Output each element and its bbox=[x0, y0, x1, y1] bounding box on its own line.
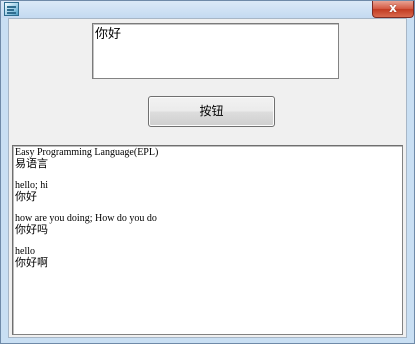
output-textarea[interactable]: Easy Programming Language(EPL) 易语言 hello… bbox=[12, 145, 403, 335]
app-window-icon[interactable] bbox=[4, 2, 19, 16]
close-icon: x bbox=[389, 1, 397, 15]
output-lines: Easy Programming Language(EPL) 易语言 hello… bbox=[15, 148, 158, 269]
close-button[interactable]: x bbox=[372, 1, 414, 18]
output-line: 你好 bbox=[15, 190, 37, 203]
top-text-value: 你好 bbox=[95, 26, 122, 41]
top-text-input[interactable]: 你好 bbox=[92, 23, 339, 79]
output-line: 你好啊 bbox=[15, 256, 48, 269]
action-button-label: 按钮 bbox=[199, 104, 224, 118]
output-line: 易语言 bbox=[15, 157, 48, 170]
title-bar[interactable]: x bbox=[1, 1, 414, 18]
action-button[interactable]: 按钮 bbox=[148, 96, 275, 127]
output-line: 你好吗 bbox=[15, 223, 48, 236]
app-window: x 你好 按钮 Easy Programming Language(EPL) 易… bbox=[0, 0, 415, 344]
